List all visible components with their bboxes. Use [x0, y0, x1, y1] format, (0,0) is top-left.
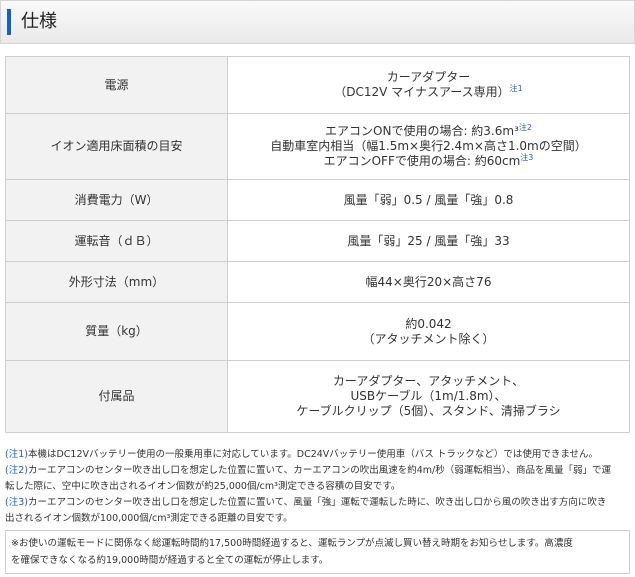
note-reference: 注1	[509, 84, 523, 93]
value-line: エアコンONで使用の場合: 約3.6m³	[325, 124, 519, 138]
footnote-text: カーエアコンのセンター吹き出し口を想定した位置に置いて、カーエアコンの吹出風速を…	[27, 465, 611, 476]
table-row: 運転音（ｄＢ） 風量「弱」25 / 風量「強」33	[5, 220, 630, 262]
footnote: 出されるイオン個数が100,000個/cm³測定できる距離の目安です。	[5, 511, 630, 527]
note-reference: 注2	[518, 123, 532, 132]
header-accent-bar	[7, 9, 11, 35]
footnote-text: カーエアコンのセンター吹き出し口を想定した位置に置いて、風量「強」運転で運転した…	[27, 497, 607, 508]
notice-line: を確保できなくなる約19,000時間が経過すると全ての運転が停止します。	[11, 555, 329, 566]
table-row: 電源 カーアダプター （DC12V マイナスアース専用）注1	[5, 56, 630, 114]
footnotes: (注1)本機はDC12Vバッテリー使用の一般乗用車に対応しています。DC24Vバ…	[5, 447, 630, 527]
row-value-ion-area: エアコンONで使用の場合: 約3.6m³注2 自動車室内相当（幅1.5m×奥行2…	[227, 113, 630, 180]
table-row: 外形寸法（mm） 幅44×奥行20×高さ76	[5, 261, 630, 303]
value-line-with-note: エアコンONで使用の場合: 約3.6m³注2	[232, 124, 625, 139]
row-label-power: 電源	[5, 56, 228, 114]
note-reference: 注3	[520, 153, 534, 162]
notice-line: ※お使いの運転モードに関係なく総運転時間約17,500時間経過すると、運転ランプ…	[11, 538, 573, 549]
row-value-accessories: カーアダプター、アタッチメント、 USBケーブル（1m/1.8m）、 ケーブルク…	[227, 360, 630, 433]
value-line: 約0.042	[405, 316, 452, 331]
row-value-noise: 風量「弱」25 / 風量「強」33	[227, 220, 630, 262]
usage-notice-box: ※お使いの運転モードに関係なく総運転時間約17,500時間経過すると、運転ランプ…	[5, 530, 630, 574]
row-label-ion-area: イオン適用床面積の目安	[5, 113, 228, 180]
footnote-text: 出されるイオン個数が100,000個/cm³測定できる距離の目安です。	[5, 513, 293, 524]
footnote: (注1)本機はDC12Vバッテリー使用の一般乗用車に対応しています。DC24Vバ…	[5, 447, 630, 463]
footnote-text: 本機はDC12Vバッテリー使用の一般乗用車に対応しています。DC24Vバッテリー…	[27, 449, 599, 460]
spec-table: 電源 カーアダプター （DC12V マイナスアース専用）注1 イオン適用床面積の…	[5, 56, 630, 433]
footnote-id: (注3)	[5, 497, 28, 508]
row-label-weight: 質量（kg）	[5, 302, 228, 361]
section-header: 仕様	[0, 0, 635, 44]
row-value-weight: 約0.042 （アタッチメント除く）	[227, 302, 630, 361]
footnote: 転した際に、空中に吹き出されるイオン個数が約25,000個/cm³測定できる容積…	[5, 479, 630, 495]
footnote-id: (注2)	[5, 465, 28, 476]
footnote-text: 転した際に、空中に吹き出されるイオン個数が約25,000個/cm³測定できる容積…	[5, 481, 401, 492]
value-line: ケーブルクリップ（5個）、スタンド、清掃ブラシ	[296, 404, 561, 418]
footnote: (注2)カーエアコンのセンター吹き出し口を想定した位置に置いて、カーエアコンの吹…	[5, 463, 630, 479]
value-line: （アタッチメント除く）	[362, 331, 495, 346]
value-line-with-note: エアコンOFFで使用の場合: 約60cm注3	[232, 154, 625, 169]
table-row: イオン適用床面積の目安 エアコンONで使用の場合: 約3.6m³注2 自動車室内…	[5, 113, 630, 180]
value-line: （DC12V マイナスアース専用）	[334, 85, 510, 99]
value-line: USBケーブル（1m/1.8m）、	[350, 389, 507, 403]
value-line: カーアダプター、アタッチメント、	[332, 374, 525, 388]
footnote: (注3)カーエアコンのセンター吹き出し口を想定した位置に置いて、風量「強」運転で…	[5, 495, 630, 511]
value-line: 自動車室内相当（幅1.5m×奥行2.4m×高さ1.0mの空間）	[270, 139, 587, 153]
table-row: 消費電力（W） 風量「弱」0.5 / 風量「強」0.8	[5, 179, 630, 221]
table-row: 付属品 カーアダプター、アタッチメント、 USBケーブル（1m/1.8m）、 ケ…	[5, 360, 630, 433]
section-title: 仕様	[21, 11, 57, 32]
row-label-dimensions: 外形寸法（mm）	[5, 261, 228, 303]
table-row: 質量（kg） 約0.042 （アタッチメント除く）	[5, 302, 630, 361]
value-line: エアコンOFFで使用の場合: 約60cm	[323, 154, 521, 168]
row-label-accessories: 付属品	[5, 360, 228, 433]
footnote-id: (注1)	[5, 449, 28, 460]
value-line: カーアダプター	[386, 70, 471, 84]
value-line-with-note: （DC12V マイナスアース専用）注1	[232, 85, 625, 100]
row-value-power: カーアダプター （DC12V マイナスアース専用）注1	[227, 56, 630, 114]
row-label-power-consumption: 消費電力（W）	[5, 179, 228, 221]
row-label-noise: 運転音（ｄＢ）	[5, 220, 228, 262]
row-value-dimensions: 幅44×奥行20×高さ76	[227, 261, 630, 303]
row-value-power-consumption: 風量「弱」0.5 / 風量「強」0.8	[227, 179, 630, 221]
